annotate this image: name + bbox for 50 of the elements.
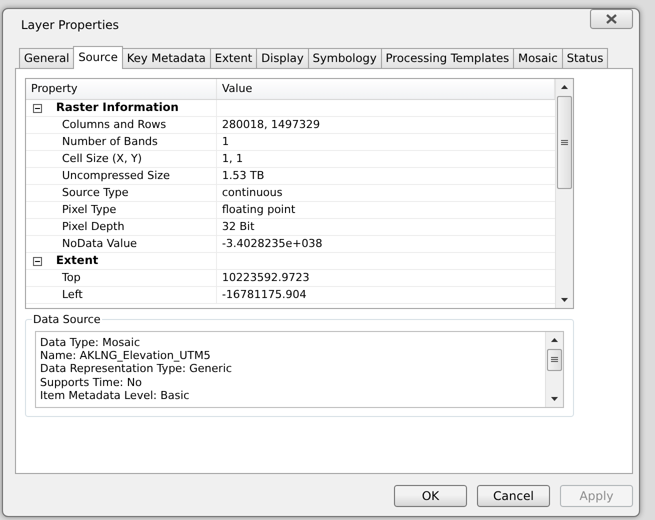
window-title: Layer Properties xyxy=(21,17,119,34)
group-title: Extent xyxy=(56,252,98,270)
property-name: Pixel Type xyxy=(26,202,217,218)
property-value: 1.53 TB xyxy=(221,168,266,184)
text-line: Data Representation Type: Generic xyxy=(40,362,233,376)
text-line: Data Type: Mosaic xyxy=(40,336,142,350)
column-header[interactable]: Property xyxy=(26,79,217,99)
property-name: Uncompressed Size xyxy=(26,168,217,184)
tab[interactable]: Mosaic xyxy=(513,48,563,68)
text-line: Item Metadata Level: Basic xyxy=(40,388,190,402)
scroll-thumb[interactable] xyxy=(547,349,562,371)
close-button[interactable] xyxy=(590,9,633,29)
dialog-button[interactable]: OK xyxy=(394,485,467,507)
property-value: 1 xyxy=(221,134,230,150)
tab[interactable]: Source xyxy=(73,46,123,69)
property-name: Columns and Rows xyxy=(26,117,217,133)
property-name: Cell Size (X, Y) xyxy=(26,151,217,167)
tab[interactable]: Symbology xyxy=(308,48,382,68)
scrollbar[interactable] xyxy=(555,79,573,308)
scroll-thumb[interactable] xyxy=(557,96,572,189)
text-line: Name: AKLNG_Elevation_UTM5 xyxy=(40,349,212,362)
scrollbar[interactable] xyxy=(545,332,563,407)
property-name: Source Type xyxy=(26,185,217,201)
property-name: Top xyxy=(26,270,217,286)
tab[interactable]: Processing Templates xyxy=(380,48,514,68)
property-name: Left xyxy=(26,287,217,303)
property-value: -16781175.904 xyxy=(221,287,308,303)
property-value: continuous xyxy=(221,185,284,201)
grip-icon xyxy=(551,357,558,363)
collapse-icon[interactable] xyxy=(33,256,42,266)
close-icon xyxy=(606,14,617,24)
property-name: NoData Value xyxy=(26,236,217,252)
grip-icon xyxy=(561,140,568,146)
tab[interactable]: General xyxy=(19,48,74,68)
property-name: Pixel Depth xyxy=(26,219,217,235)
property-value: 1, 1 xyxy=(221,151,244,167)
tab[interactable]: Key Metadata xyxy=(122,48,211,68)
dialog-button[interactable]: Cancel xyxy=(477,485,550,507)
property-value: floating point xyxy=(221,202,296,218)
collapse-icon[interactable] xyxy=(33,104,42,112)
text-line: Supports Time: No xyxy=(40,376,143,389)
property-value: 32 Bit xyxy=(221,219,256,235)
property-value: 280018, 1497329 xyxy=(221,117,321,133)
group-title: Raster Information xyxy=(56,99,179,116)
property-value: 10223592.9723 xyxy=(221,270,310,286)
tab[interactable]: Extent xyxy=(210,48,258,68)
property-name: Number of Bands xyxy=(26,134,217,150)
property-value: -3.4028235e+038 xyxy=(221,236,324,252)
tab[interactable]: Status xyxy=(562,48,608,68)
tab[interactable]: Display xyxy=(256,48,309,68)
